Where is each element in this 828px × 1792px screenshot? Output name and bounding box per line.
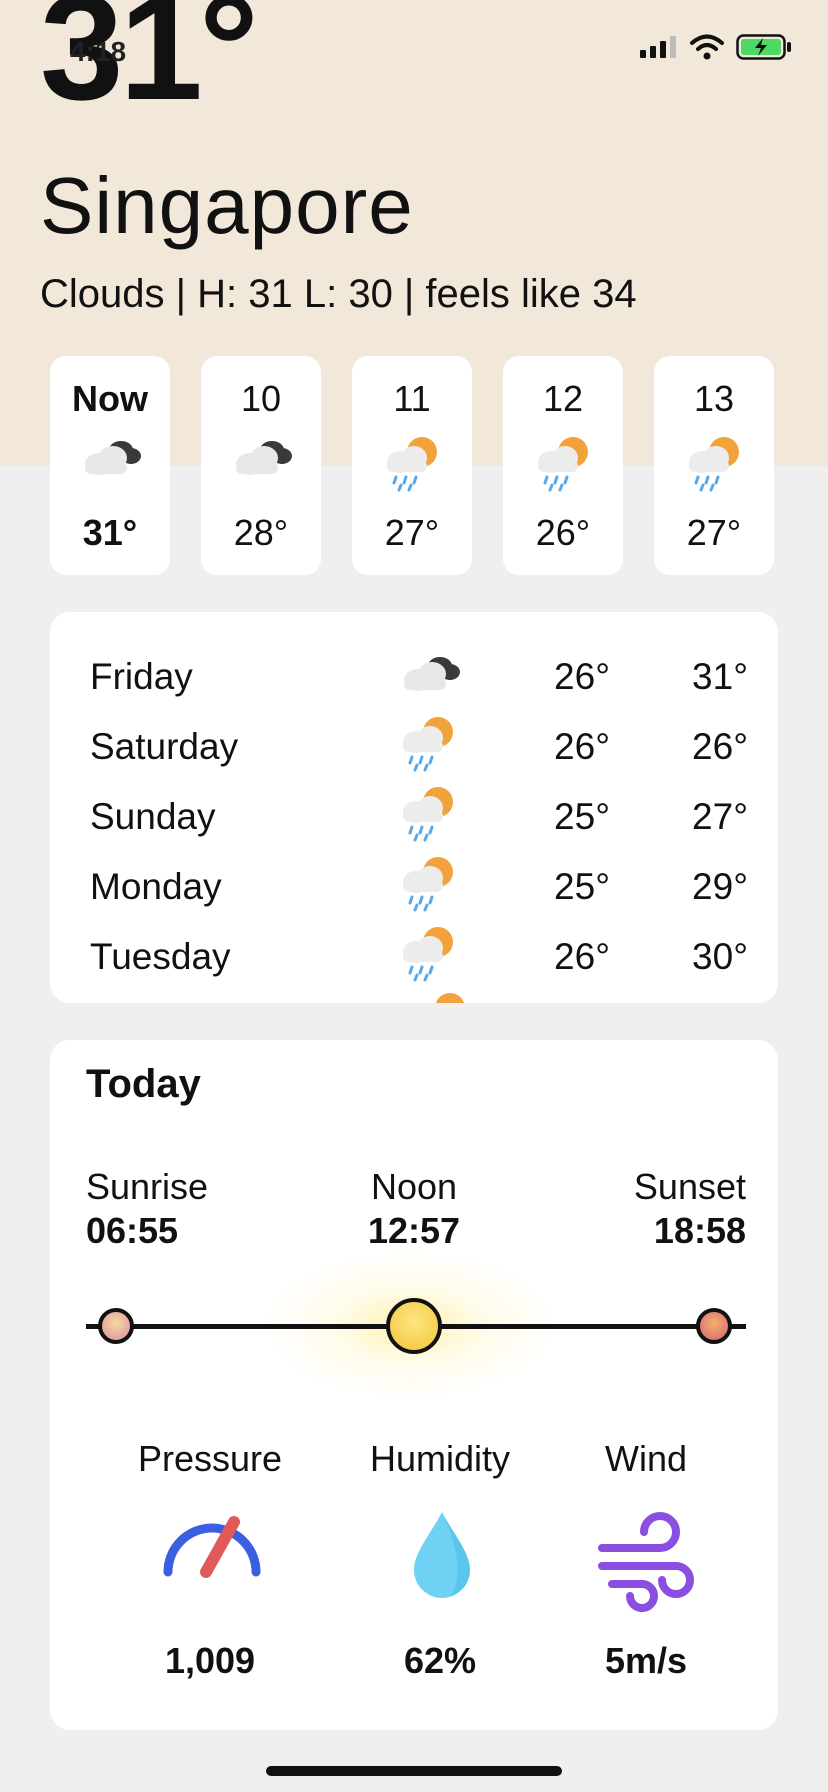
pressure-label: Pressure bbox=[137, 1438, 283, 1479]
hourly-card[interactable]: 12 26° bbox=[503, 356, 623, 575]
sunrise-marker bbox=[98, 1308, 134, 1344]
hour-temperature: 27° bbox=[384, 512, 440, 553]
hourly-card[interactable]: 11 27° bbox=[352, 356, 472, 575]
sunset-time: 18:58 bbox=[653, 1210, 746, 1251]
day-high-temperature: 26° bbox=[692, 726, 748, 767]
day-low-temperature: 25° bbox=[554, 866, 610, 907]
water-drop-icon bbox=[410, 1510, 474, 1605]
wifi-icon bbox=[690, 34, 724, 60]
weather-summary: Clouds | H: 31 L: 30 | feels like 34 bbox=[40, 272, 637, 316]
day-low-temperature: 25° bbox=[554, 796, 610, 837]
hourly-forecast: Now 31° 10 28° 11 27° 12 26° 13 27° bbox=[50, 356, 774, 575]
sunrise-label: Sunrise bbox=[86, 1166, 209, 1207]
day-low-temperature: 26° bbox=[554, 726, 610, 767]
status-bar-icons bbox=[640, 34, 792, 60]
status-bar-time: 4:18 bbox=[70, 36, 127, 67]
home-indicator[interactable] bbox=[266, 1766, 562, 1776]
day-high-temperature: 29° bbox=[692, 866, 748, 907]
cellular-signal-icon bbox=[640, 36, 676, 58]
wind-value: 5m/s bbox=[604, 1640, 688, 1681]
hour-label: 10 bbox=[240, 378, 282, 419]
cloudy-night-icon bbox=[226, 432, 296, 492]
cloudy-night-icon bbox=[75, 432, 145, 492]
day-name: Friday bbox=[90, 656, 193, 697]
rain-sun-icon bbox=[392, 922, 464, 991]
hour-temperature: 31° bbox=[82, 512, 138, 553]
day-name: Monday bbox=[90, 866, 222, 907]
humidity-value: 62% bbox=[403, 1640, 477, 1681]
hour-temperature: 28° bbox=[233, 512, 289, 553]
daily-row[interactable]: Sunday 25° 27° bbox=[50, 782, 778, 852]
daily-forecast-list[interactable]: Friday 26° 31° Saturday 26° 26° Sunday 2… bbox=[50, 612, 778, 1003]
gauge-icon bbox=[160, 1510, 264, 1585]
wind-label: Wind bbox=[604, 1438, 688, 1479]
hour-label: 11 bbox=[393, 378, 431, 419]
hour-temperature: 26° bbox=[535, 512, 591, 553]
day-high-temperature: 27° bbox=[692, 796, 748, 837]
day-high-temperature: 30° bbox=[692, 936, 748, 977]
daily-row[interactable]: Friday 26° 31° bbox=[50, 642, 778, 712]
day-high-temperature: 31° bbox=[692, 656, 748, 697]
sunrise-time: 06:55 bbox=[86, 1210, 179, 1251]
rain-sun-icon bbox=[682, 432, 746, 492]
rain-sun-icon bbox=[392, 712, 464, 781]
rain-sun-icon bbox=[531, 432, 595, 492]
daily-row[interactable]: Monday 25° 29° bbox=[50, 852, 778, 922]
hour-label: Now bbox=[72, 378, 148, 419]
rain-sun-icon bbox=[392, 852, 464, 921]
sunset-label: Sunset bbox=[633, 1166, 746, 1207]
battery-charging-icon bbox=[736, 34, 791, 60]
hour-temperature: 27° bbox=[686, 512, 742, 553]
humidity-label: Humidity bbox=[369, 1438, 511, 1479]
daily-row[interactable]: Tuesday 26° 30° bbox=[50, 922, 778, 992]
wind-icon bbox=[598, 1510, 698, 1619]
hourly-card-now[interactable]: Now 31° bbox=[50, 356, 170, 575]
sun-noon-marker bbox=[386, 1298, 442, 1354]
partial-sun-icon bbox=[426, 992, 466, 1003]
rain-sun-icon bbox=[392, 782, 464, 851]
hour-label: 12 bbox=[542, 378, 584, 419]
hour-label: 13 bbox=[693, 378, 735, 419]
pressure-value: 1,009 bbox=[164, 1640, 256, 1681]
noon-time: 12:57 bbox=[367, 1210, 461, 1251]
hourly-card[interactable]: 13 27° bbox=[654, 356, 774, 575]
day-name: Saturday bbox=[90, 726, 239, 767]
day-name: Tuesday bbox=[90, 936, 231, 977]
noon-label: Noon bbox=[370, 1166, 458, 1207]
rain-sun-icon bbox=[380, 432, 444, 492]
cloudy-night-icon bbox=[392, 642, 464, 703]
today-title: Today bbox=[86, 1062, 201, 1106]
sunset-marker bbox=[696, 1308, 732, 1344]
hourly-card[interactable]: 10 28° bbox=[201, 356, 321, 575]
day-low-temperature: 26° bbox=[554, 936, 610, 977]
city-name: Singapore bbox=[40, 161, 414, 250]
day-name: Sunday bbox=[90, 796, 216, 837]
daily-row[interactable]: Saturday 26° 26° bbox=[50, 712, 778, 782]
day-low-temperature: 26° bbox=[554, 656, 610, 697]
today-card: Today Sunrise 06:55 Noon 12:57 Sunset 18… bbox=[50, 1040, 778, 1730]
